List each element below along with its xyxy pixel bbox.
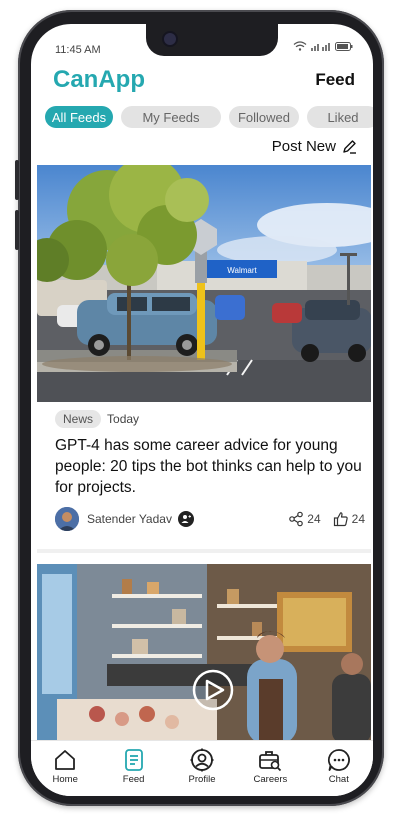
pencil-icon [343, 140, 356, 154]
tab-followed[interactable]: Followed [229, 106, 299, 128]
battery-icon [335, 41, 353, 51]
author-avatar[interactable] [55, 507, 79, 531]
post-meta: News Today [55, 410, 139, 428]
share-stat[interactable]: 24 [288, 511, 321, 527]
nav-profile-label: Profile [188, 774, 216, 785]
tab-all-feeds[interactable]: All Feeds [45, 106, 113, 128]
nav-home-label: Home [52, 774, 78, 785]
status-time: 11:45 AM [55, 44, 101, 56]
category-badge[interactable]: News [55, 410, 102, 428]
follow-user-icon[interactable] [177, 511, 194, 527]
volume-down-button [15, 210, 19, 250]
volume-up-button [15, 160, 19, 200]
author-name[interactable]: Satender Yadav [87, 512, 172, 526]
home-icon [55, 750, 76, 770]
nav-feed[interactable]: Feed [99, 741, 167, 796]
chat-icon [327, 749, 350, 771]
post-date: Today [107, 412, 140, 426]
post-new-label: Post New [271, 138, 336, 155]
phone-screen: 11:45 AM CanApp Feed All Feeds My Feeds … [31, 24, 373, 796]
feed-icon [124, 749, 143, 771]
wifi-icon [293, 41, 307, 51]
app-title: CanApp [53, 66, 145, 93]
share-icon [289, 511, 304, 527]
tab-my-feeds[interactable]: My Feeds [121, 106, 221, 128]
post-stats: 24 24 [288, 511, 365, 527]
bottom-nav: Home Feed Profile Careers Chat [31, 740, 373, 796]
nav-profile[interactable]: Profile [168, 741, 236, 796]
careers-icon [259, 751, 282, 772]
post-image[interactable]: Walmart ​ [37, 165, 371, 402]
post-divider [37, 549, 371, 553]
post-headline[interactable]: GPT-4 has some career advice for young p… [55, 435, 371, 498]
post-new-button[interactable]: Post New [272, 138, 357, 155]
section-title: Feed [315, 70, 355, 89]
nav-chat-label: Chat [328, 774, 349, 785]
nav-careers[interactable]: Careers [236, 741, 304, 796]
notch [146, 24, 278, 56]
like-count: 24 [351, 512, 365, 526]
share-count: 24 [307, 512, 321, 526]
video-thumbnail[interactable] [37, 564, 371, 744]
thumbs-up-icon [333, 512, 348, 527]
feed-tabs: All Feeds My Feeds Followed Liked [45, 106, 373, 128]
store-sign: Walmart [227, 266, 257, 275]
profile-icon [190, 748, 214, 772]
nav-careers-label: Careers [253, 774, 288, 785]
author-row: Satender Yadav 24 24 [55, 506, 365, 532]
status-icons [293, 41, 353, 51]
front-camera [164, 33, 176, 45]
nav-home[interactable]: Home [31, 741, 99, 796]
like-stat[interactable]: 24 [333, 511, 365, 527]
signal-icon [311, 43, 330, 51]
nav-feed-label: Feed [122, 774, 145, 785]
nav-chat[interactable]: Chat [305, 741, 373, 796]
play-button[interactable] [192, 669, 234, 711]
tab-liked[interactable]: Liked [307, 106, 373, 128]
